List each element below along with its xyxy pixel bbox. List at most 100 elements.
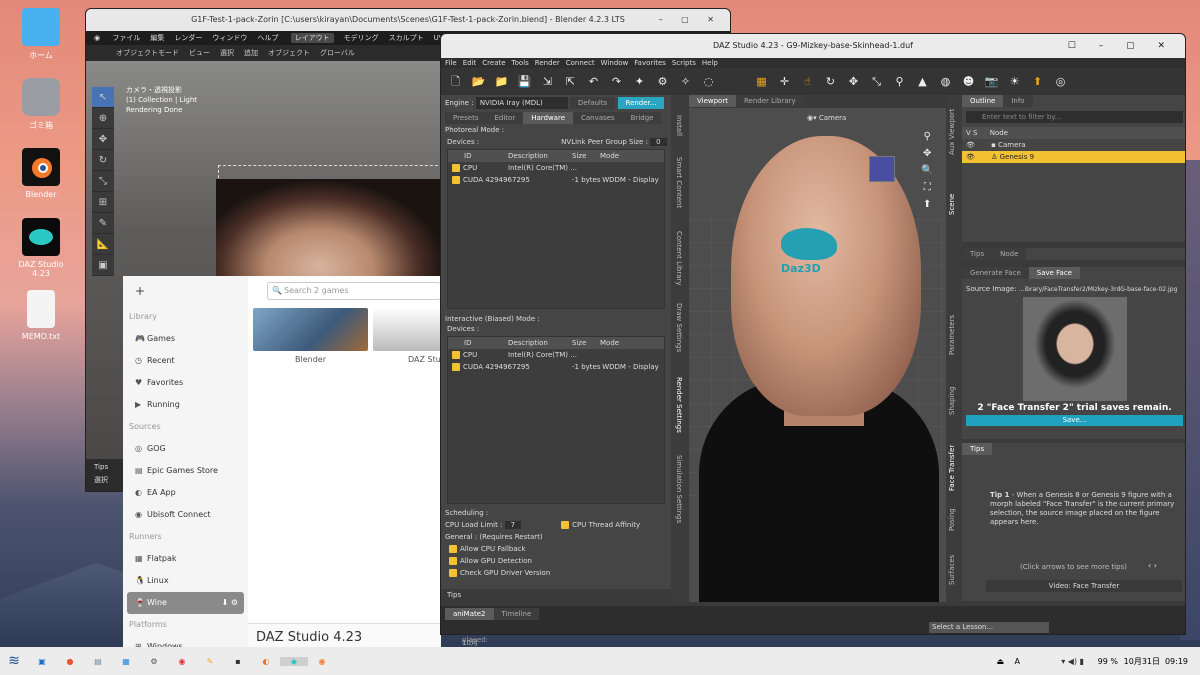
tree-row-selected[interactable]: 👁 ♙ Genesis 9: [962, 151, 1185, 163]
checkbox[interactable]: [449, 569, 457, 577]
tips-tab[interactable]: Tips: [441, 589, 671, 601]
light-tool-icon[interactable]: ☀: [1006, 73, 1023, 90]
vtab-shaping[interactable]: Shaping: [948, 387, 956, 415]
add-cube-tool-icon[interactable]: ▣: [92, 255, 114, 276]
desktop-icon-home[interactable]: ホーム: [14, 8, 68, 61]
render-button[interactable]: Render...: [617, 97, 665, 109]
merge-icon[interactable]: 📁: [493, 73, 510, 90]
video-button[interactable]: Video: Face Transfer: [986, 580, 1182, 592]
notification-icon[interactable]: ⏏: [996, 657, 1004, 666]
view-cube[interactable]: [869, 156, 895, 182]
desktop-icon-blender[interactable]: Blender: [14, 148, 68, 199]
tab-viewport[interactable]: Viewport: [689, 95, 736, 107]
vtab-simulation-settings[interactable]: Simulation Settings: [675, 455, 683, 523]
transfer-icon[interactable]: ⬆: [1029, 73, 1046, 90]
chrome-icon[interactable]: ◉: [168, 657, 196, 666]
tab-generate-face[interactable]: Generate Face: [962, 267, 1029, 279]
add-game-button[interactable]: +: [123, 276, 248, 306]
defaults-button[interactable]: Defaults: [570, 97, 616, 109]
figure-tool-icon[interactable]: ☻: [960, 73, 977, 90]
vtab-smart-content[interactable]: Smart Content: [675, 157, 683, 208]
checkbox[interactable]: [449, 545, 457, 553]
translate-tool-icon[interactable]: ✥: [845, 73, 862, 90]
workspace-layout[interactable]: レイアウト: [290, 33, 334, 43]
vtab-aux-viewport[interactable]: Aux Viewport: [948, 108, 956, 155]
sidebar-item-gog[interactable]: ◎ GOG: [123, 438, 248, 460]
tab-bridge[interactable]: Bridge: [622, 112, 662, 124]
tip-arrows[interactable]: ‹ ›: [1148, 561, 1157, 570]
workspace-sculpt[interactable]: スカルプト: [389, 34, 424, 42]
spot-render-icon[interactable]: ✧: [677, 73, 694, 90]
game-tile[interactable]: Blender: [253, 308, 368, 364]
vtab-content-library[interactable]: Content Library: [675, 231, 683, 286]
checkbox[interactable]: [561, 521, 570, 529]
table-row[interactable]: CUDA 4294967295 -1 bytes WDDM - Display: [448, 361, 664, 373]
transform-tool-icon[interactable]: ⊞: [92, 192, 114, 213]
checkbox[interactable]: [452, 351, 460, 359]
checkbox[interactable]: [452, 164, 460, 172]
menu-file[interactable]: ファイル: [112, 34, 140, 42]
tab-info[interactable]: Info: [1003, 95, 1033, 107]
menu-favorites[interactable]: Favorites: [634, 59, 666, 67]
joint-editor-icon[interactable]: ⚲: [891, 73, 908, 90]
cpu-load-input[interactable]: 7: [504, 521, 522, 529]
annotate-tool-icon[interactable]: ✎: [92, 213, 114, 234]
active-pose-icon[interactable]: ☝: [799, 73, 816, 90]
tab-tips[interactable]: Tips: [962, 248, 993, 260]
option-row[interactable]: Allow GPU Detection: [445, 555, 640, 567]
blender-task-icon[interactable]: ◉: [308, 657, 336, 666]
menu-window[interactable]: Window: [601, 59, 629, 67]
universal-tool-icon[interactable]: ✛: [776, 73, 793, 90]
select-tool-icon[interactable]: ↖: [92, 87, 114, 108]
tab-editor[interactable]: Editor: [486, 112, 524, 124]
menu-object[interactable]: オブジェクト: [268, 49, 310, 57]
sidebar-item-favorites[interactable]: ♥ Favorites: [123, 372, 248, 394]
menu-help[interactable]: Help: [702, 59, 718, 67]
terminal-icon[interactable]: ▪: [224, 657, 252, 666]
checkbox[interactable]: [452, 176, 460, 184]
desktop-icon-daz[interactable]: DAZ Studio 4.23: [14, 218, 68, 278]
start-menu-icon[interactable]: ≋: [0, 653, 28, 669]
table-row[interactable]: CPU Intel(R) Core(TM) ...: [448, 349, 664, 361]
checkbox[interactable]: [449, 557, 457, 565]
filter-input[interactable]: Enter text to filter by...: [966, 111, 1183, 123]
desktop-icon-trash[interactable]: ゴミ箱: [14, 78, 68, 131]
clock-time[interactable]: 09:19: [1165, 657, 1188, 666]
ime-indicator[interactable]: A: [1015, 657, 1020, 666]
open-icon[interactable]: 📂: [470, 73, 487, 90]
save-button[interactable]: Save...: [966, 415, 1183, 426]
menu-file[interactable]: File: [445, 59, 457, 67]
menu-connect[interactable]: Connect: [566, 59, 595, 67]
vtab-render-settings[interactable]: Render Settings: [675, 377, 683, 433]
rotate-tool-icon[interactable]: ↻: [822, 73, 839, 90]
sidebar-item-games[interactable]: 🎮 Games: [123, 328, 248, 350]
lesson-select[interactable]: Select a Lesson...: [929, 622, 1049, 633]
sidebar-item-flatpak[interactable]: ▦ Flatpak: [123, 548, 248, 570]
workspace-modeling[interactable]: モデリング: [344, 34, 379, 42]
blender-logo-icon[interactable]: ◉: [94, 34, 100, 42]
lutris-icon[interactable]: ◐: [252, 657, 280, 666]
clock-date[interactable]: 10月31日: [1124, 656, 1160, 667]
export-icon[interactable]: ⇱: [562, 73, 579, 90]
menu-add[interactable]: 追加: [244, 49, 258, 57]
redo-icon[interactable]: ↷: [608, 73, 625, 90]
vtab-install[interactable]: Install: [675, 115, 683, 136]
firefox-icon[interactable]: ●: [56, 657, 84, 666]
workspaces-icon[interactable]: ▣: [28, 657, 56, 666]
menu-help[interactable]: ヘルプ: [257, 34, 278, 42]
tab-save-face[interactable]: Save Face: [1028, 267, 1080, 279]
menu-tools[interactable]: Tools: [512, 59, 529, 67]
pan-icon[interactable]: ✥: [921, 145, 933, 162]
daz-window[interactable]: DAZ Studio 4.23 - G9-Mizkey-base-Skinhea…: [440, 33, 1186, 635]
files-icon[interactable]: ▤: [84, 657, 112, 666]
scale-tool-icon[interactable]: ⤡: [92, 171, 114, 192]
tab-animate2[interactable]: aniMate2: [445, 608, 494, 620]
frame-icon[interactable]: ⛶: [921, 179, 933, 196]
node-select-icon[interactable]: ▦: [753, 73, 770, 90]
engine-select[interactable]: NVIDIA Iray (MDL): [475, 97, 568, 109]
render-settings-icon[interactable]: ⚙: [654, 73, 671, 90]
tab-timeline[interactable]: Timeline: [493, 608, 540, 620]
eye-icon[interactable]: 👁: [966, 153, 975, 161]
sidebar-item-ea[interactable]: ◐ EA App: [123, 482, 248, 504]
sidebar-item-wine[interactable]: 🍷 Wine ⬇ ⚙: [127, 592, 244, 614]
